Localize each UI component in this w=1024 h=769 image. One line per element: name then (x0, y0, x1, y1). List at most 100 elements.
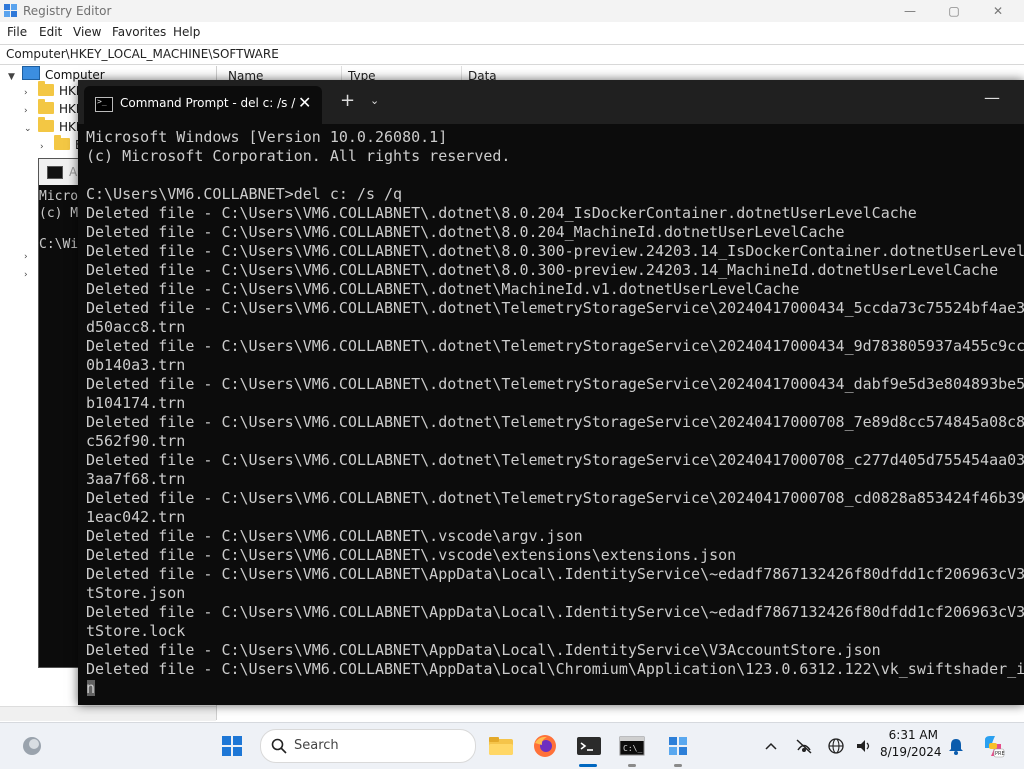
terminal-line: Deleted file - C:\Users\VM6.COLLABNET\Ap… (86, 565, 1024, 583)
terminal-line: c562f90.trn (86, 432, 186, 450)
file-explorer-icon[interactable] (486, 731, 516, 761)
terminal-line: b104174.trn (86, 394, 186, 412)
start-icon[interactable] (217, 731, 247, 761)
terminal-line: Deleted file - C:\Users\VM6.COLLABNET\Ap… (86, 641, 881, 659)
terminal-window: Command Prompt - del c: /s / ✕ + ⌄ — Mic… (78, 80, 1024, 705)
tree-expander[interactable]: › (24, 266, 38, 284)
tree-item-subkey[interactable]: ›B (40, 135, 83, 156)
tray-chevron-icon[interactable] (757, 731, 785, 761)
tab-dropdown-button[interactable]: ⌄ (370, 94, 379, 107)
background-console-title-fragment: A (69, 165, 78, 179)
background-console-line: Micro (39, 189, 79, 204)
terminal-line: tStore.json (86, 584, 186, 602)
network-icon[interactable] (790, 731, 818, 761)
registry-maximize-button[interactable]: ▢ (932, 2, 976, 20)
terminal-line: Deleted file - C:\Users\VM6.COLLABNET\Ap… (86, 660, 1024, 678)
folder-icon (38, 81, 54, 96)
registry-menu-bar: File Edit View Favorites Help (0, 22, 1024, 42)
terminal-line: Deleted file - C:\Users\VM6.COLLABNET\.v… (86, 546, 737, 564)
chevron-right-icon[interactable]: › (24, 252, 38, 262)
terminal-line: n (86, 679, 96, 697)
registry-close-button[interactable]: ✕ (976, 2, 1020, 20)
registry-title-bar[interactable]: Registry Editor — ▢ ✕ (0, 0, 1024, 22)
terminal-line: C:\Users\VM6.COLLABNET>del c: /s /q (86, 185, 403, 203)
tree-item-hkey-2[interactable]: › HKE (24, 99, 83, 120)
chevron-down-icon[interactable]: ▼ (8, 72, 22, 82)
registry-app-icon (4, 4, 17, 17)
folder-icon (54, 135, 70, 150)
terminal-minimize-button[interactable]: — (984, 88, 1000, 107)
terminal-tab-bar[interactable]: Command Prompt - del c: /s / ✕ + ⌄ — (78, 80, 1024, 124)
terminal-line: Deleted file - C:\Users\VM6.COLLABNET\.v… (86, 527, 583, 545)
menu-edit[interactable]: Edit (39, 25, 62, 39)
terminal-icon[interactable] (574, 731, 604, 761)
close-tab-button[interactable]: ✕ (298, 93, 311, 112)
open-app-indicator (674, 764, 682, 767)
chevron-right-icon[interactable]: › (24, 106, 38, 116)
chevron-down-icon[interactable]: ⌄ (24, 124, 38, 134)
notification-bell-icon[interactable] (942, 731, 970, 761)
menu-favorites[interactable]: Favorites (112, 25, 166, 39)
terminal-tab-title: Command Prompt - del c: /s / (120, 96, 296, 110)
svg-text:PRE: PRE (995, 751, 1005, 757)
new-tab-button[interactable]: + (340, 90, 355, 111)
terminal-line: Deleted file - C:\Users\VM6.COLLABNET\.d… (86, 451, 1024, 469)
terminal-line: Deleted file - C:\Users\VM6.COLLABNET\.d… (86, 280, 800, 298)
volume-icon[interactable] (850, 731, 878, 761)
chevron-right-icon[interactable]: › (24, 88, 38, 98)
registry-title: Registry Editor (23, 4, 112, 18)
taskbar: Search C:\_ 6:31 AM 8/19/2024 PRE (0, 722, 1024, 769)
clock-time[interactable]: 6:31 AM (880, 728, 938, 742)
background-console-line: (c) M (39, 206, 79, 221)
background-console-line: C:\Wi (39, 237, 79, 252)
folder-icon (38, 99, 54, 114)
terminal-line: Deleted file - C:\Users\VM6.COLLABNET\.d… (86, 204, 917, 222)
chevron-right-icon[interactable]: › (24, 270, 38, 280)
tree-item-hkey-1[interactable]: › HKE (24, 81, 83, 102)
app-icon[interactable] (663, 731, 693, 761)
menu-file[interactable]: File (7, 25, 27, 39)
copilot-icon[interactable]: PRE (978, 731, 1008, 761)
background-console-window: A Micro (c) M C:\Wi (38, 158, 82, 668)
console-app-icon (47, 166, 63, 179)
firefox-icon[interactable] (530, 731, 560, 761)
terminal-line: Deleted file - C:\Users\VM6.COLLABNET\.d… (86, 337, 1024, 355)
background-console-title-bar[interactable]: A (39, 159, 81, 185)
registry-address-bar[interactable]: Computer\HKEY_LOCAL_MACHINE\SOFTWARE (0, 44, 1024, 65)
terminal-line: Deleted file - C:\Users\VM6.COLLABNET\.d… (86, 223, 845, 241)
search-placeholder: Search (294, 738, 339, 753)
menu-help[interactable]: Help (173, 25, 200, 39)
taskbar-search-box[interactable]: Search (260, 729, 476, 763)
registry-minimize-button[interactable]: — (888, 2, 932, 20)
widgets-icon[interactable] (17, 731, 47, 761)
registry-tree-scrollbar[interactable] (0, 706, 216, 721)
clock-date[interactable]: 8/19/2024 (880, 745, 942, 759)
search-icon (271, 738, 287, 754)
terminal-line: Deleted file - C:\Users\VM6.COLLABNET\Ap… (86, 603, 1024, 621)
terminal-line: 0b140a3.trn (86, 356, 186, 374)
command-prompt-icon[interactable]: C:\_ (617, 731, 647, 761)
terminal-line: (c) Microsoft Corporation. All rights re… (86, 147, 511, 165)
active-app-indicator (579, 764, 597, 767)
tree-expander[interactable]: › (24, 248, 38, 266)
terminal-line: Deleted file - C:\Users\VM6.COLLABNET\.d… (86, 489, 1024, 507)
command-prompt-icon (95, 97, 113, 112)
folder-icon (38, 117, 54, 132)
terminal-line: 3aa7f68.trn (86, 470, 186, 488)
terminal-output[interactable]: Microsoft Windows [Version 10.0.26080.1]… (86, 128, 1024, 703)
terminal-line: 1eac042.trn (86, 508, 186, 526)
terminal-line: Deleted file - C:\Users\VM6.COLLABNET\.d… (86, 242, 1024, 260)
chevron-right-icon[interactable]: › (40, 142, 54, 152)
terminal-line: tStore.lock (86, 622, 186, 640)
language-icon[interactable] (822, 731, 850, 761)
computer-icon (22, 66, 40, 80)
registry-address: Computer\HKEY_LOCAL_MACHINE\SOFTWARE (6, 47, 279, 61)
terminal-line: Deleted file - C:\Users\VM6.COLLABNET\.d… (86, 375, 1024, 393)
terminal-line: Deleted file - C:\Users\VM6.COLLABNET\.d… (86, 261, 999, 279)
terminal-tab[interactable]: Command Prompt - del c: /s / ✕ (84, 86, 322, 124)
text-cursor (87, 680, 96, 696)
terminal-line: d50acc8.trn (86, 318, 186, 336)
menu-view[interactable]: View (73, 25, 101, 39)
open-app-indicator (628, 764, 636, 767)
